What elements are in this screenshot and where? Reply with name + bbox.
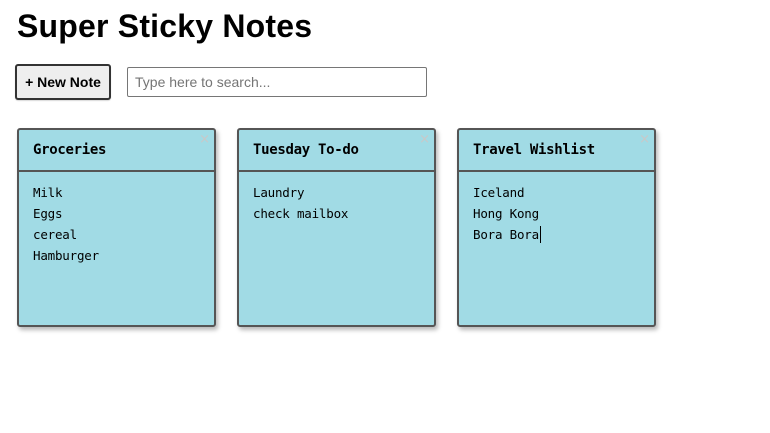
note-body[interactable]: Laundry check mailbox xyxy=(239,172,434,224)
toolbar: + New Note xyxy=(15,64,427,100)
close-icon[interactable]: × xyxy=(419,133,430,146)
note-line: check mailbox xyxy=(253,206,349,221)
note-title[interactable]: Tuesday To-do xyxy=(239,130,434,172)
note-line: cereal xyxy=(33,227,77,242)
new-note-button[interactable]: + New Note xyxy=(15,64,111,100)
notes-list: Groceries × Milk Eggs cereal Hamburger Tues… xyxy=(17,128,677,327)
note-card: Tuesday To-do × Laundry check mailbox xyxy=(237,128,436,327)
text-caret xyxy=(539,226,541,243)
note-line: Hamburger xyxy=(33,248,99,263)
app-title: Super Sticky Notes xyxy=(17,8,313,44)
note-title[interactable]: Travel Wishlist xyxy=(459,130,654,172)
note-line: Hong Kong xyxy=(473,206,539,221)
note-line: Milk xyxy=(33,185,63,200)
close-icon[interactable]: × xyxy=(199,133,210,146)
search-input[interactable] xyxy=(127,67,427,97)
note-card: Groceries × Milk Eggs cereal Hamburger xyxy=(17,128,216,327)
note-body[interactable]: Milk Eggs cereal Hamburger xyxy=(19,172,214,266)
note-card: Travel Wishlist × Iceland Hong Kong Bora B… xyxy=(457,128,656,327)
close-icon[interactable]: × xyxy=(639,133,650,146)
note-line: Bora Bora xyxy=(473,227,539,242)
note-line: Eggs xyxy=(33,206,63,221)
note-body[interactable]: Iceland Hong Kong Bora Bora xyxy=(459,172,654,245)
note-line-active: Bora Bora xyxy=(473,224,640,245)
note-line: Laundry xyxy=(253,185,305,200)
note-title[interactable]: Groceries xyxy=(19,130,214,172)
note-line: Iceland xyxy=(473,185,525,200)
